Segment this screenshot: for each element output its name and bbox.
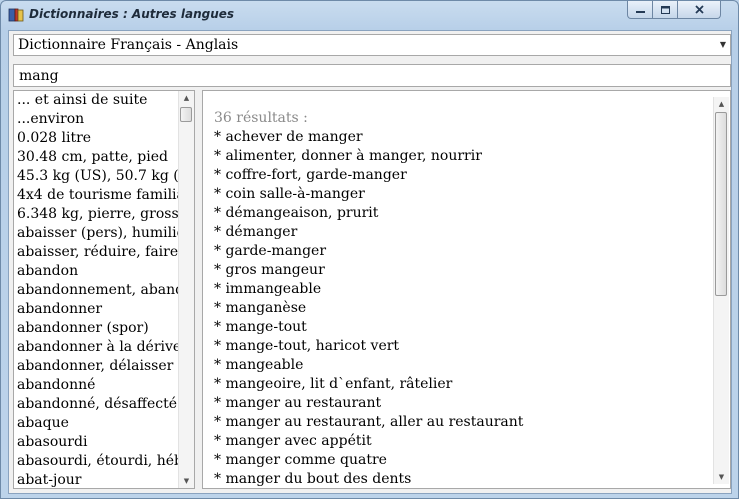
list-item[interactable]: 45.3 kg (US), 50.7 kg (GB): [17, 167, 182, 186]
list-item[interactable]: abandonnement, abando: [17, 281, 182, 300]
search-input[interactable]: [13, 64, 731, 87]
title-bar[interactable]: Dictionnaires : Autres langues: [1, 1, 738, 29]
result-item: * manger au restaurant, aller au restaur…: [214, 414, 524, 430]
dictionary-window: Dictionnaires : Autres langues Dictionna…: [0, 0, 739, 499]
list-item[interactable]: abandon: [17, 262, 182, 281]
result-item: * manganèse: [214, 300, 307, 316]
window-controls: [627, 1, 721, 19]
list-item[interactable]: abaisser, réduire, faire ch: [17, 243, 182, 262]
list-item[interactable]: 6.348 kg, pierre, grosse pi: [17, 205, 182, 224]
word-list-scroll-thumb[interactable]: [180, 107, 192, 122]
scroll-down-icon[interactable]: ▼: [179, 474, 194, 488]
chevron-down-icon[interactable]: ▼: [720, 35, 726, 55]
minimize-button[interactable]: [627, 1, 653, 19]
list-item[interactable]: abandonner à la dérive: [17, 338, 182, 357]
client-area: Dictionnaire Français - Anglais ▼ ... et…: [8, 30, 732, 494]
results-count: 36 résultats :: [214, 110, 308, 126]
dictionary-select-value: Dictionnaire Français - Anglais: [18, 37, 239, 53]
close-button[interactable]: [678, 1, 721, 19]
word-list[interactable]: ... et ainsi de suite ...environ 0.028 lit…: [13, 90, 195, 489]
word-list-scrollbar[interactable]: ▲ ▼: [178, 91, 194, 488]
result-item: * garde-manger: [214, 243, 327, 259]
maximize-icon: [660, 5, 670, 14]
result-item: * manger avec appétit: [214, 433, 372, 449]
result-item: * manger du bout des dents: [214, 471, 412, 487]
list-item[interactable]: abandonné, désaffecté: [17, 395, 182, 414]
scroll-down-icon[interactable]: ▼: [714, 470, 729, 484]
book-icon: [8, 8, 24, 22]
list-item[interactable]: 30.48 cm, patte, pied: [17, 148, 182, 167]
result-item: * coin salle-à-manger: [214, 186, 365, 202]
maximize-button[interactable]: [653, 1, 678, 19]
list-item[interactable]: abaque: [17, 414, 182, 433]
result-item: * mange-tout: [214, 319, 307, 335]
results-scroll-thumb[interactable]: [715, 112, 727, 296]
list-item[interactable]: 0.028 litre: [17, 129, 182, 148]
scroll-up-icon[interactable]: ▲: [179, 91, 194, 105]
result-item: * achever de manger: [214, 129, 363, 145]
result-item: * mangeable: [214, 357, 304, 373]
close-icon: [694, 5, 704, 14]
result-item: * démangeaison, prurit: [214, 205, 379, 221]
minimize-icon: [635, 10, 645, 13]
results-scrollbar[interactable]: ▲ ▼: [713, 97, 729, 484]
result-item: * coffre-fort, garde-manger: [214, 167, 407, 183]
result-item: * manger comme quatre: [214, 452, 387, 468]
results-panel: 36 résultats : * achever de manger * alim…: [202, 90, 731, 489]
list-item[interactable]: abandonner, délaisser: [17, 357, 182, 376]
result-item: * mangeoire, lit d`enfant, râtelier: [214, 376, 453, 392]
word-list-items: ... et ainsi de suite ...environ 0.028 lit…: [14, 91, 182, 488]
result-item: * immangeable: [214, 281, 322, 297]
list-item[interactable]: abasourdi, étourdi, hébét: [17, 452, 182, 471]
list-item[interactable]: ...environ: [17, 110, 182, 129]
list-item[interactable]: abasourdi: [17, 433, 182, 452]
list-item[interactable]: abandonner: [17, 300, 182, 319]
results-list: * achever de manger * alimenter, donner à…: [214, 128, 714, 488]
dictionary-select[interactable]: Dictionnaire Français - Anglais ▼: [13, 34, 731, 56]
list-item[interactable]: abaisser (pers), humilier: [17, 224, 182, 243]
list-item[interactable]: abandonné: [17, 376, 182, 395]
window-title: Dictionnaires : Autres langues: [29, 7, 235, 21]
result-item: * gros mangeur: [214, 262, 325, 278]
list-item[interactable]: abat-jour: [17, 471, 182, 488]
result-item: * démanger: [214, 224, 298, 240]
result-item: * alimenter, donner à manger, nourrir: [214, 148, 482, 164]
scroll-up-icon[interactable]: ▲: [714, 97, 729, 111]
list-item[interactable]: 4x4 de tourisme familial: [17, 186, 182, 205]
list-item[interactable]: abandonner (spor): [17, 319, 182, 338]
list-item[interactable]: ... et ainsi de suite: [17, 91, 182, 110]
result-item: * mange-tout, haricot vert: [214, 338, 400, 354]
result-item: * manger au restaurant: [214, 395, 382, 411]
